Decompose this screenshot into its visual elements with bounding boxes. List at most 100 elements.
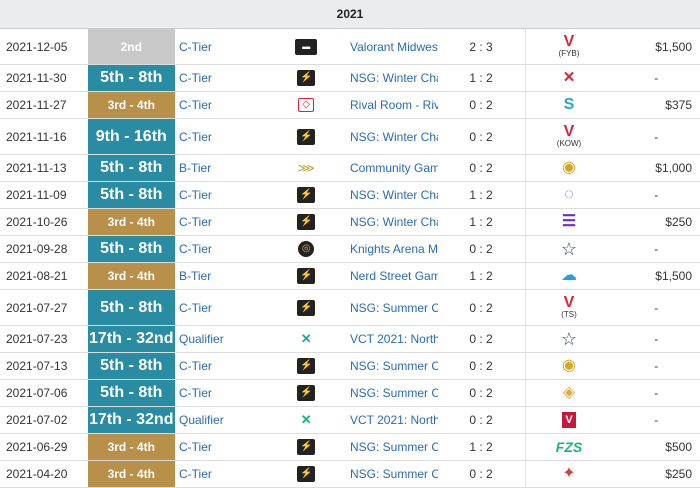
opponent-logo-icon[interactable]: ◈ [563, 386, 575, 400]
placement-badge: 5th - 8th [88, 353, 176, 380]
tier-link[interactable]: B-Tier [175, 263, 263, 290]
date-cell: 2021-07-02 [0, 407, 88, 434]
opponent-logo-icon[interactable]: ✕ [563, 71, 576, 85]
opponent-cell[interactable]: ☆ [525, 326, 613, 353]
opponent-logo-icon[interactable]: V [562, 412, 575, 428]
tier-link[interactable]: C-Tier [175, 353, 263, 380]
opponent-cell[interactable]: FZS [525, 434, 613, 461]
result-row: 2021-10-263rd - 4thC-Tier⚡NSG: Winter Ch… [0, 209, 700, 236]
prize-cell: $250 [613, 209, 700, 236]
placement-badge: 5th - 8th [88, 380, 176, 407]
results-body: 2021-12-052ndC-Tier▬Valorant Midwest Sho… [0, 29, 700, 488]
opponent-cell[interactable]: ☆ [525, 236, 613, 263]
opponent-logo-icon[interactable]: ✦ [562, 467, 575, 481]
tier-link[interactable]: C-Tier [175, 29, 263, 65]
opponent-cell[interactable]: ✕ [525, 65, 613, 92]
nsg-icon: ⚡ [297, 439, 315, 455]
event-icon-cell: ✕ [263, 326, 351, 353]
tier-link[interactable]: Qualifier [175, 326, 263, 353]
placement-badge: 5th - 8th [88, 182, 176, 209]
opponent-logo-icon[interactable]: ☆ [561, 332, 577, 346]
opponent-cell[interactable]: S [525, 92, 613, 119]
tier-link[interactable]: C-Tier [175, 461, 263, 488]
opponent-cell[interactable]: V(FYB) [525, 29, 613, 65]
event-link[interactable]: NSG: Summer Championship - Open 11 [350, 353, 438, 380]
placement-badge: 3rd - 4th [88, 461, 176, 488]
result-row: 2021-11-273rd - 4thC-Tier◇Rival Room - R… [0, 92, 700, 119]
event-link[interactable]: NSG: Winter Championship - Open 5 [350, 119, 438, 155]
opponent-logo-icon[interactable]: S [564, 98, 575, 112]
event-icon-cell: ⚡ [263, 65, 351, 92]
opponent-logo-icon[interactable]: V(FYB) [559, 35, 580, 58]
tier-link[interactable]: C-Tier [175, 290, 263, 326]
date-cell: 2021-07-13 [0, 353, 88, 380]
tier-link[interactable]: C-Tier [175, 236, 263, 263]
event-icon-cell: ⚡ [263, 434, 351, 461]
tier-link[interactable]: C-Tier [175, 92, 263, 119]
event-link[interactable]: NSG: Summer Championship - Monthly June [350, 434, 438, 461]
event-icon-cell: ⚡ [263, 182, 351, 209]
date-cell: 2021-08-21 [0, 263, 88, 290]
prize-cell: - [613, 65, 700, 92]
opponent-cell[interactable]: ◉ [525, 353, 613, 380]
nsg-icon: ⚡ [297, 268, 315, 284]
tier-link[interactable]: C-Tier [175, 434, 263, 461]
prize-cell: - [613, 236, 700, 263]
opponent-tag: (TS) [561, 310, 577, 319]
event-link[interactable]: NSG: Summer Championship - Monthly July [350, 290, 438, 326]
event-link[interactable]: NSG: Summer Championship - Open 3 [350, 461, 438, 488]
prize-cell: - [613, 119, 700, 155]
tier-link[interactable]: C-Tier [175, 65, 263, 92]
opponent-cell[interactable]: V [525, 407, 613, 434]
event-icon-cell: ⚡ [263, 461, 351, 488]
opponent-logo-icon[interactable]: FZS [556, 440, 582, 454]
date-cell: 2021-09-28 [0, 236, 88, 263]
placement-badge: 5th - 8th [88, 236, 176, 263]
score-cell: 0 : 2 [438, 326, 526, 353]
tier-link[interactable]: C-Tier [175, 182, 263, 209]
opponent-cell[interactable]: ✦ [525, 461, 613, 488]
event-link[interactable]: NSG: Winter Championship - Open 7 [350, 65, 438, 92]
opponent-cell[interactable]: ◉ [525, 155, 613, 182]
opponent-cell[interactable]: V(TS) [525, 290, 613, 326]
score-cell: 0 : 2 [438, 407, 526, 434]
event-link[interactable]: VCT 2021: North America Stage 3 Challeng… [350, 326, 438, 353]
tier-link[interactable]: B-Tier [175, 155, 263, 182]
event-link[interactable]: Valorant Midwest Showdown [350, 29, 438, 65]
event-link[interactable]: Rival Room - Rival 1 [350, 92, 438, 119]
opponent-logo-icon[interactable]: ◌ [564, 188, 574, 202]
event-link[interactable]: NSG: Summer Championship - Open 10 [350, 380, 438, 407]
event-link[interactable]: NSG: Winter Championship - Open 4 [350, 182, 438, 209]
event-link[interactable]: Nerd Street Gamers: Summer Championship [350, 263, 438, 290]
opponent-cell[interactable]: ☁ [525, 263, 613, 290]
event-icon-cell: ⚡ [263, 290, 351, 326]
opponent-logo-icon[interactable]: ☆ [561, 242, 577, 256]
date-cell: 2021-10-26 [0, 209, 88, 236]
result-row: 2021-07-065th - 8thC-Tier⚡NSG: Summer Ch… [0, 380, 700, 407]
event-link[interactable]: VCT 2021: North America Stage 3 Challeng… [350, 407, 438, 434]
opponent-cell[interactable]: V(KOW) [525, 119, 613, 155]
event-link[interactable]: Knights Arena Monthly Gauntlet - Septemb… [350, 236, 438, 263]
event-link[interactable]: NSG: Winter Championship - Open 2 [350, 209, 438, 236]
tier-link[interactable]: Qualifier [175, 407, 263, 434]
opponent-logo-icon[interactable]: V(TS) [561, 296, 577, 319]
opponent-cell[interactable]: ◈ [525, 380, 613, 407]
opponent-logo-icon[interactable]: ☰ [562, 215, 576, 229]
tier-link[interactable]: C-Tier [175, 380, 263, 407]
date-cell: 2021-04-20 [0, 461, 88, 488]
score-cell: 0 : 2 [438, 236, 526, 263]
date-cell: 2021-11-27 [0, 92, 88, 119]
opponent-cell[interactable]: ☰ [525, 209, 613, 236]
result-row: 2021-07-2317th - 32ndQualifier✕VCT 2021:… [0, 326, 700, 353]
opponent-logo-icon[interactable]: ◉ [562, 359, 576, 373]
opponent-cell[interactable]: ◌ [525, 182, 613, 209]
tier-link[interactable]: C-Tier [175, 119, 263, 155]
opponent-logo-icon[interactable]: ◉ [562, 161, 576, 175]
opponent-logo-icon[interactable]: V(KOW) [557, 125, 581, 148]
opponent-logo-icon[interactable]: ☁ [561, 269, 577, 283]
result-row: 2021-07-135th - 8thC-Tier⚡NSG: Summer Ch… [0, 353, 700, 380]
tier-link[interactable]: C-Tier [175, 209, 263, 236]
event-icon-cell: ◎ [263, 236, 351, 263]
event-link[interactable]: Community Gaming Valorant Elite Showdown [350, 155, 438, 182]
score-cell: 0 : 2 [438, 290, 526, 326]
